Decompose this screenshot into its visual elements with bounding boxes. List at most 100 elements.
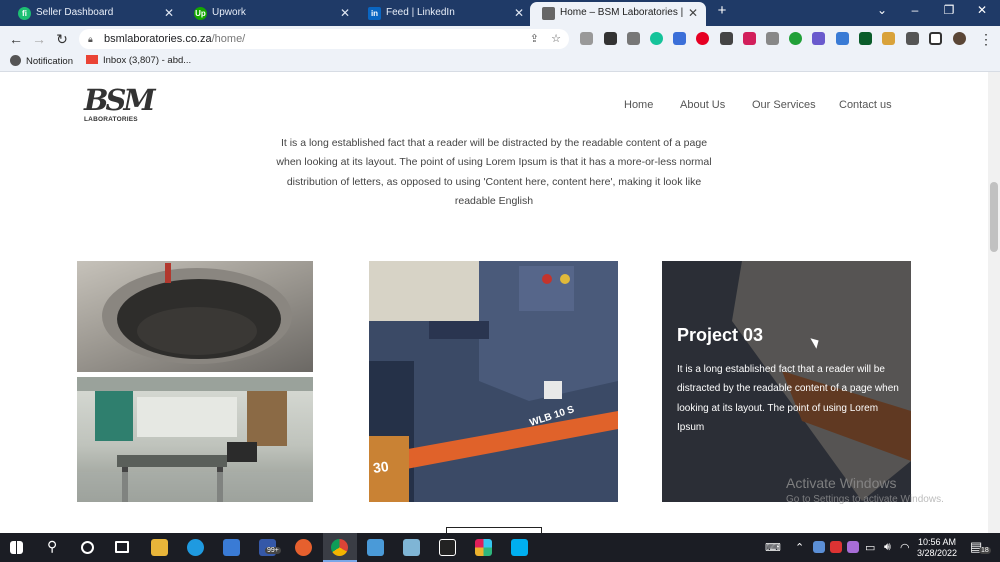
wordpress-icon[interactable]: [439, 539, 456, 556]
tab-bsm-home[interactable]: Home – BSM Laboratories | ✕: [530, 2, 706, 26]
search-icon[interactable]: ⚲: [47, 538, 57, 555]
windows-taskbar: ⚲ 99+ ⌨ ⌃ ▭ 🔊︎ ◠ 10:56 AM 3/28/2022 ▤ 18: [0, 533, 1000, 562]
scrollbar-thumb[interactable]: [990, 182, 998, 252]
address-path: /home/: [211, 33, 246, 45]
back-arrow-icon[interactable]: ←: [6, 29, 26, 49]
bsm-logo[interactable]: BSM LABORATORIES: [84, 83, 156, 130]
wifi-icon[interactable]: ◠: [900, 541, 910, 554]
clock-time: 10:56 AM: [917, 537, 957, 547]
extension-icon[interactable]: [580, 32, 593, 45]
cortana-icon[interactable]: [81, 541, 94, 554]
nav-contact-us[interactable]: Contact us: [839, 99, 892, 111]
restore-button[interactable]: ❐: [939, 3, 959, 17]
project-photo[interactable]: Project 03 It is a long established fact…: [662, 261, 911, 502]
extension-icon[interactable]: [604, 32, 617, 45]
windows-start-icon[interactable]: [10, 541, 23, 554]
app-icon[interactable]: [403, 539, 420, 556]
bookmark-gmail[interactable]: Inbox (3,807) - abd...: [86, 55, 191, 66]
nav-home[interactable]: Home: [624, 99, 653, 111]
tab-upwork[interactable]: Up Upwork ✕: [182, 2, 358, 26]
task-view-icon[interactable]: [115, 541, 129, 553]
side-panel-icon[interactable]: [929, 32, 942, 45]
extension-icon[interactable]: [859, 32, 872, 45]
menu-kebab-icon[interactable]: ⋮: [976, 29, 996, 49]
gmail-icon: [86, 55, 98, 64]
sieve-photo: [77, 261, 313, 372]
fiverr-icon: fi: [18, 7, 31, 20]
tray-app-icon[interactable]: [830, 541, 842, 553]
close-window-button[interactable]: ✕: [972, 3, 992, 17]
lock-icon: 🔒︎: [88, 34, 93, 44]
close-tab-icon[interactable]: ✕: [514, 2, 524, 24]
tab-title: Seller Dashboard: [36, 7, 114, 18]
chevron-up-icon[interactable]: ⌃: [795, 541, 804, 554]
globe-icon: [10, 55, 21, 66]
browser-toolbar: ← → ↻ 🔒︎ bsmlaboratories.co.za/home/ ⇪ ☆…: [0, 26, 1000, 51]
extension-icon[interactable]: [812, 32, 825, 45]
tab-search-icon[interactable]: ⌄: [872, 3, 892, 17]
puzzle-icon[interactable]: [906, 32, 919, 45]
pinterest-icon[interactable]: [696, 32, 709, 45]
app-icon[interactable]: [367, 539, 384, 556]
upwork-icon: Up: [194, 7, 207, 20]
reload-icon[interactable]: ↻: [52, 29, 72, 49]
logo-text-top: BSM: [84, 83, 156, 117]
tab-seller-dashboard[interactable]: fi Seller Dashboard ✕: [6, 2, 182, 26]
bookmark-notification[interactable]: Notification: [10, 55, 73, 67]
project-title: Project 03: [677, 325, 764, 345]
close-tab-icon[interactable]: ✕: [164, 2, 174, 24]
extension-icon[interactable]: [673, 32, 686, 45]
extension-icon[interactable]: [720, 32, 733, 45]
machine-illustration: [369, 261, 618, 502]
page-scrollbar[interactable]: [988, 72, 1000, 533]
firefox-icon[interactable]: [295, 539, 312, 556]
bookmark-star-icon[interactable]: ☆: [551, 29, 561, 49]
machine-photo: WLB 10 S 30: [369, 261, 618, 502]
forward-arrow-icon[interactable]: →: [29, 29, 49, 49]
extension-icon[interactable]: [766, 32, 779, 45]
lab-room-photo: [77, 377, 313, 502]
bookmarks-bar: Notification Inbox (3,807) - abd...: [0, 51, 1000, 72]
clock-date: 3/28/2022: [916, 548, 958, 558]
tray-app-icon[interactable]: [847, 541, 859, 553]
extension-icon[interactable]: [789, 32, 802, 45]
address-domain: bsmlaboratories.co.za: [104, 33, 212, 45]
skype-icon[interactable]: [511, 539, 528, 556]
activate-windows-title: Activate Windows: [786, 475, 897, 491]
close-tab-icon[interactable]: ✕: [340, 2, 350, 24]
logo-text-bottom: LABORATORIES: [84, 116, 138, 123]
file-explorer-icon[interactable]: [151, 539, 168, 556]
extension-icon[interactable]: [627, 32, 640, 45]
extension-icon[interactable]: [836, 32, 849, 45]
volume-icon[interactable]: 🔊︎: [884, 541, 891, 554]
grammarly-icon[interactable]: [650, 32, 663, 45]
mail-badge: 99+: [265, 547, 281, 554]
project-description: It is a long established fact that a rea…: [677, 364, 899, 434]
store-icon[interactable]: [223, 539, 240, 556]
minimize-button[interactable]: –: [905, 3, 925, 17]
intro-paragraph: It is a long established fact that a rea…: [276, 137, 712, 207]
nav-about-us[interactable]: About Us: [680, 99, 725, 111]
lab-room-illustration: [77, 377, 313, 502]
avatar[interactable]: [953, 32, 966, 45]
slack-icon[interactable]: [475, 539, 492, 556]
battery-icon[interactable]: ▭: [865, 541, 875, 554]
browser-tab-strip: fi Seller Dashboard ✕ Up Upwork ✕ in Fee…: [0, 0, 1000, 26]
tab-linkedin[interactable]: in Feed | LinkedIn ✕: [356, 2, 532, 26]
extension-icon[interactable]: [743, 32, 756, 45]
close-tab-icon[interactable]: ✕: [688, 2, 698, 24]
activate-windows-subtitle: Go to Settings to activate Windows.: [786, 494, 944, 505]
extension-icon[interactable]: [882, 32, 895, 45]
address-bar[interactable]: 🔒︎ bsmlaboratories.co.za/home/ ⇪ ☆: [79, 29, 569, 49]
tray-app-icon[interactable]: [813, 541, 825, 553]
notification-count-badge: 18: [979, 547, 991, 554]
web-page: BSM LABORATORIES Home About Us Our Servi…: [0, 72, 988, 533]
share-icon[interactable]: ⇪: [530, 29, 539, 49]
chrome-icon[interactable]: [331, 539, 348, 556]
system-clock[interactable]: 10:56 AM 3/28/2022: [912, 537, 962, 559]
keyboard-icon[interactable]: ⌨: [765, 541, 781, 554]
sieve-illustration: [102, 263, 292, 364]
new-tab-button[interactable]: +: [712, 2, 732, 19]
edge-icon[interactable]: [187, 539, 204, 556]
nav-our-services[interactable]: Our Services: [752, 99, 816, 111]
